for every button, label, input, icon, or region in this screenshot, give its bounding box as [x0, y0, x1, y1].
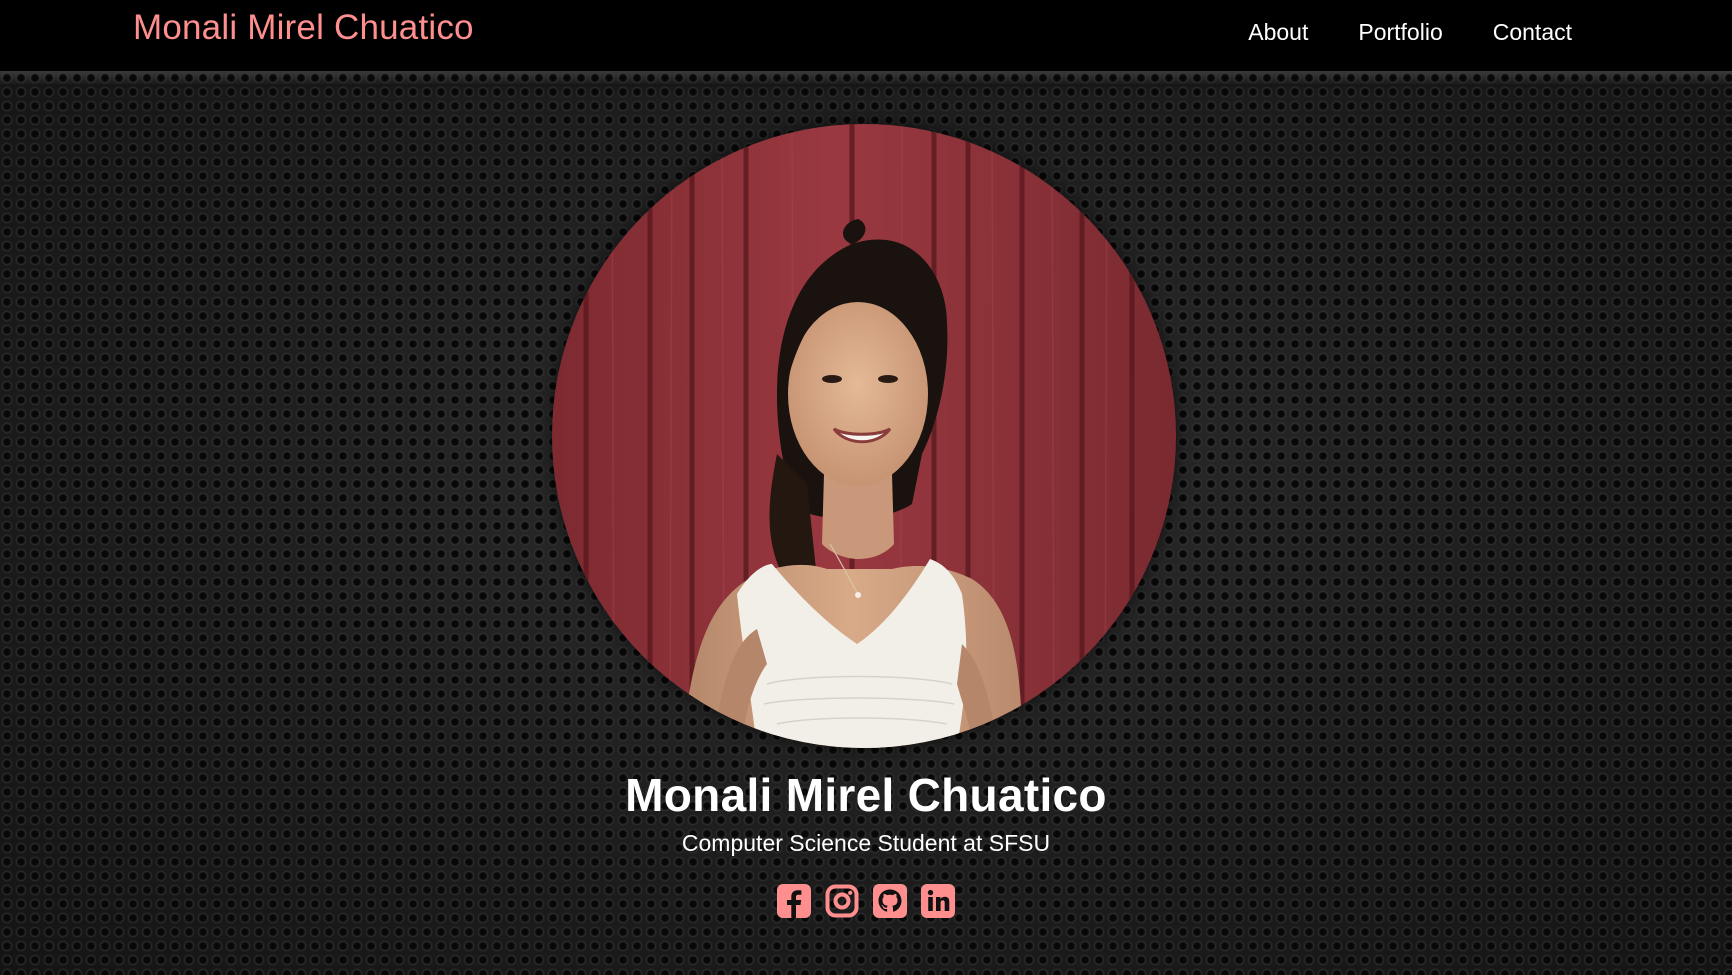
nav-about-link[interactable]: About: [1248, 19, 1308, 46]
linkedin-icon: [921, 884, 955, 918]
linkedin-link[interactable]: [921, 884, 955, 918]
github-icon: [873, 884, 907, 918]
nav-links: About Portfolio Contact: [1248, 19, 1572, 46]
github-link[interactable]: [873, 884, 907, 918]
instagram-link[interactable]: [825, 884, 859, 918]
facebook-square-icon: [777, 884, 811, 918]
hero-subtitle: Computer Science Student at SFSU: [681, 830, 1051, 856]
profile-photo: [552, 124, 1176, 748]
instagram-icon: [825, 884, 859, 918]
navbar: Monali Mirel Chuatico About Portfolio Co…: [0, 0, 1732, 71]
hero-name: Monali Mirel Chuatico: [625, 769, 1107, 821]
nav-portfolio-link[interactable]: Portfolio: [1358, 19, 1442, 46]
nav-contact-link[interactable]: Contact: [1493, 19, 1572, 46]
social-links: [0, 884, 1732, 918]
facebook-link[interactable]: [777, 884, 811, 918]
brand-link[interactable]: Monali Mirel Chuatico: [133, 8, 474, 48]
